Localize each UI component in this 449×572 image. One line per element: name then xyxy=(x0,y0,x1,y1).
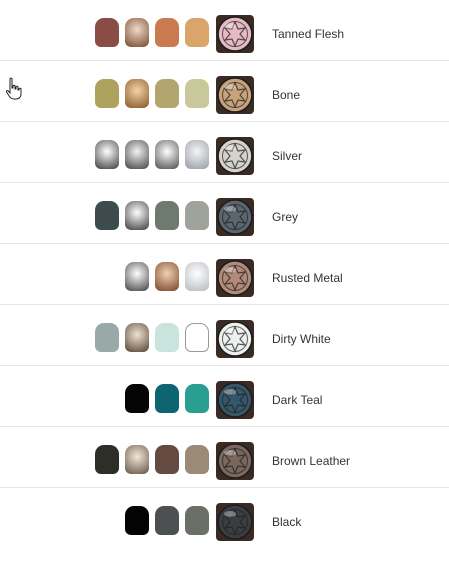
paint-name-label: Grey xyxy=(272,210,299,224)
paint-pot-group xyxy=(95,445,209,474)
paint-pot[interactable] xyxy=(185,384,209,413)
paint-row[interactable]: Bone xyxy=(0,61,449,122)
paint-name-label: Dark Teal xyxy=(272,393,323,407)
paint-pot[interactable] xyxy=(155,140,179,169)
paint-pot[interactable] xyxy=(125,201,149,230)
paint-pot[interactable] xyxy=(185,506,209,535)
paint-pot[interactable] xyxy=(185,140,209,169)
painted-example-thumbnail[interactable] xyxy=(216,442,254,480)
paint-pot[interactable] xyxy=(95,18,119,47)
paint-pot[interactable] xyxy=(185,262,209,291)
paint-row[interactable]: Dirty White xyxy=(0,305,449,366)
paint-pot[interactable] xyxy=(185,18,209,47)
paint-pot-group xyxy=(95,79,209,108)
painted-example-thumbnail[interactable] xyxy=(216,198,254,236)
paint-pot-group xyxy=(95,18,209,47)
pointer-hand-icon xyxy=(5,77,22,100)
painted-example-thumbnail[interactable] xyxy=(216,259,254,297)
paint-row[interactable]: Silver xyxy=(0,122,449,183)
paint-pot[interactable] xyxy=(185,79,209,108)
paint-name-label: Rusted Metal xyxy=(272,271,343,285)
paint-pot-group xyxy=(95,201,209,230)
paint-pot[interactable] xyxy=(155,79,179,108)
paint-pot[interactable] xyxy=(95,201,119,230)
paint-pot[interactable] xyxy=(185,201,209,230)
paint-pot-group xyxy=(125,384,209,413)
painted-example-thumbnail[interactable] xyxy=(216,15,254,53)
paint-pot[interactable] xyxy=(155,201,179,230)
paint-name-label: Dirty White xyxy=(272,332,331,346)
painted-example-thumbnail[interactable] xyxy=(216,503,254,541)
paint-pot[interactable] xyxy=(125,140,149,169)
paint-pot[interactable] xyxy=(155,384,179,413)
paint-pot[interactable] xyxy=(155,323,179,352)
paint-pot-group xyxy=(125,262,209,291)
paint-pot-group xyxy=(95,323,209,352)
paint-name-label: Silver xyxy=(272,149,303,163)
paint-pot[interactable] xyxy=(125,323,149,352)
paint-name-label: Bone xyxy=(272,88,301,102)
painted-example-thumbnail[interactable] xyxy=(216,320,254,358)
paint-pot[interactable] xyxy=(95,140,119,169)
paint-pot[interactable] xyxy=(95,79,119,108)
paint-pot[interactable] xyxy=(155,262,179,291)
painted-example-thumbnail[interactable] xyxy=(216,381,254,419)
paint-pot[interactable] xyxy=(125,18,149,47)
paint-pot[interactable] xyxy=(95,445,119,474)
paint-pot[interactable] xyxy=(185,323,209,352)
paint-name-label: Brown Leather xyxy=(272,454,351,468)
paint-row[interactable]: Tanned Flesh xyxy=(0,0,449,61)
paint-row[interactable]: Brown Leather xyxy=(0,427,449,488)
paint-pot-group xyxy=(95,140,209,169)
paint-row[interactable]: Dark Teal xyxy=(0,366,449,427)
paint-list: Tanned Flesh Bone Silver Grey Rusted Metal Di… xyxy=(0,0,449,549)
paint-name-label: Tanned Flesh xyxy=(272,27,345,41)
paint-pot[interactable] xyxy=(125,506,149,535)
paint-pot[interactable] xyxy=(125,384,149,413)
paint-pot[interactable] xyxy=(185,445,209,474)
paint-pot[interactable] xyxy=(95,323,119,352)
paint-pot[interactable] xyxy=(125,79,149,108)
paint-pot-group xyxy=(125,506,209,535)
paint-pot[interactable] xyxy=(155,506,179,535)
paint-pot[interactable] xyxy=(155,445,179,474)
paint-pot[interactable] xyxy=(125,445,149,474)
paint-name-label: Black xyxy=(272,515,302,529)
painted-example-thumbnail[interactable] xyxy=(216,137,254,175)
paint-row[interactable]: Grey xyxy=(0,183,449,244)
paint-pot[interactable] xyxy=(125,262,149,291)
paint-row[interactable]: Rusted Metal xyxy=(0,244,449,305)
paint-pot[interactable] xyxy=(155,18,179,47)
painted-example-thumbnail[interactable] xyxy=(216,76,254,114)
paint-row[interactable]: Black xyxy=(0,488,449,549)
